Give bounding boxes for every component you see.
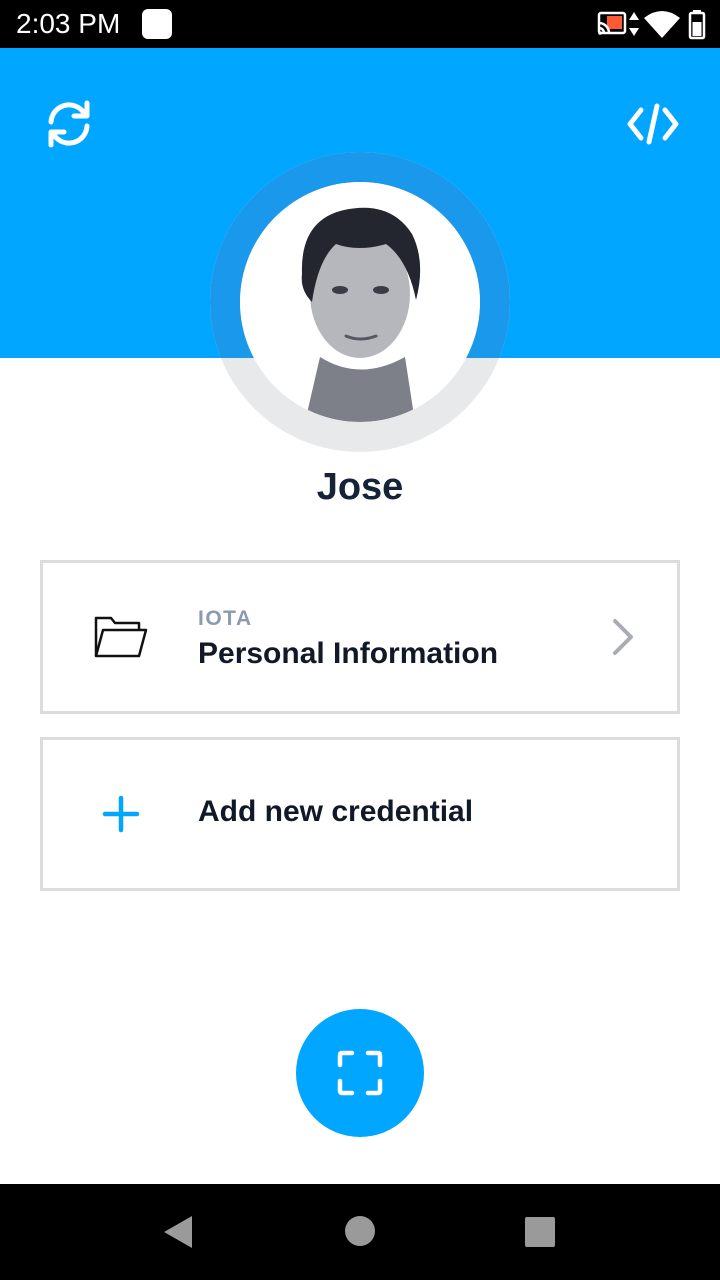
avatar-ring: [210, 152, 510, 452]
notification-icon: [142, 9, 172, 39]
status-bar: 2:03 PM 5: [0, 0, 720, 48]
plus-icon: [102, 795, 140, 833]
battery-icon: [688, 10, 706, 40]
credential-title: Personal Information: [198, 637, 499, 670]
avatar-photo: [240, 182, 480, 422]
folder-icon: [94, 616, 148, 658]
add-credential-button[interactable]: Add new credential: [40, 737, 680, 891]
chevron-right-icon: [613, 619, 633, 655]
credential-issuer: IOTA: [198, 607, 253, 630]
sync-button[interactable]: [33, 88, 105, 160]
code-icon: [627, 103, 679, 145]
data-arrows-icon: [629, 12, 639, 36]
developer-button[interactable]: [617, 88, 689, 160]
add-credential-label: Add new credential: [198, 795, 474, 828]
profile-name: Jose: [316, 466, 404, 508]
recents-icon[interactable]: [524, 1216, 556, 1248]
navigation-bar: [0, 1184, 720, 1280]
cast-icon: [597, 11, 627, 35]
svg-text:5: 5: [669, 27, 675, 39]
home-icon[interactable]: [344, 1215, 376, 1247]
scan-icon: [337, 1050, 383, 1096]
back-icon[interactable]: [160, 1214, 196, 1250]
avatar[interactable]: [240, 182, 480, 422]
status-time: 2:03 PM: [16, 8, 121, 39]
scan-button[interactable]: [296, 1009, 424, 1137]
sync-icon: [48, 100, 90, 148]
wifi-icon: 5: [644, 11, 680, 39]
credential-card[interactable]: IOTA Personal Information: [40, 560, 680, 714]
